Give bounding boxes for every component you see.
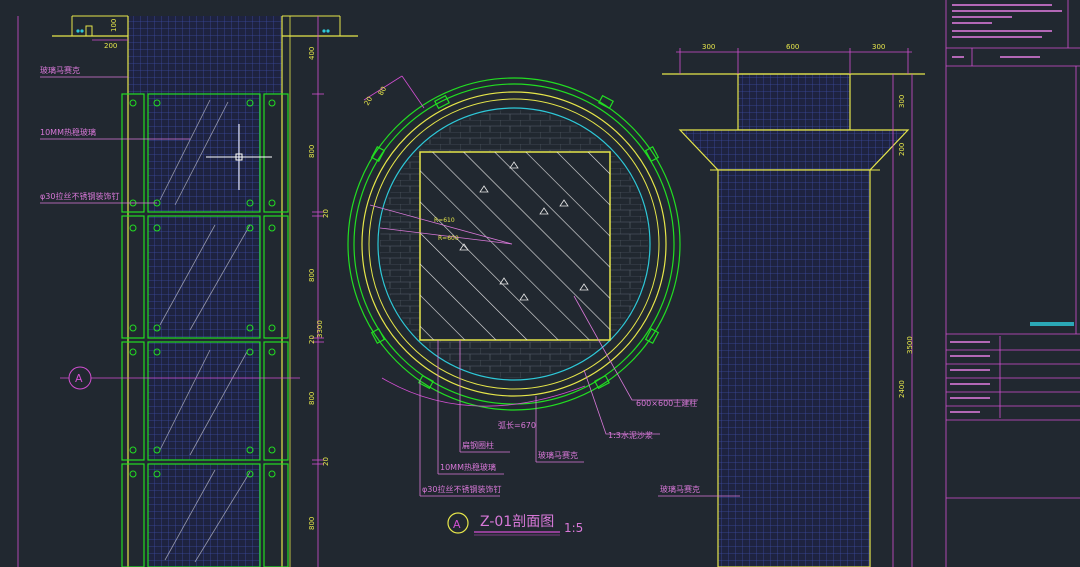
dim-arc-length: 弧长=670 (498, 420, 536, 430)
glass-panels (121, 93, 289, 567)
left-elevation: 400 800 20 800 20 3300 800 20 800 200 10… (17, 15, 358, 567)
title-marker-label: A (453, 518, 461, 531)
section-marker-label: A (75, 372, 83, 385)
label-nail-left: φ30拉丝不锈钢装饰钉 (40, 191, 119, 201)
dim-d4: 20 (308, 335, 316, 344)
dim-right-h3: 2400 (898, 380, 906, 398)
dim-d1: 800 (308, 145, 316, 158)
label-mortar: 1:3水泥沙浆 (608, 430, 653, 440)
label-mosaic-right: 玻璃马赛克 (660, 484, 700, 494)
label-glass-section: 10MM热稳玻璃 (440, 462, 496, 472)
label-glass-left: 10MM热稳玻璃 (40, 127, 96, 137)
dim-d5: 800 (308, 392, 316, 405)
dim-d7: 800 (308, 517, 316, 530)
label-steel-ring: 扁钢圈柱 (462, 440, 494, 450)
label-concrete-column: 600×600土建柱 (636, 398, 697, 408)
right-column-shaft (717, 169, 871, 567)
dim-radius-600: R=600 (438, 235, 459, 242)
label-nail-section: φ30拉丝不锈钢装饰钉 (422, 484, 501, 494)
dim-right-w1: 300 (702, 43, 715, 51)
dim-section-b: 80 (377, 85, 388, 97)
dim-total: 3300 (316, 320, 324, 338)
right-elevation: 300 600 300 300 200 3500 2400 玻璃马赛克 (658, 43, 925, 567)
dim-top-side: 400 (308, 47, 316, 60)
dim-right-w2: 600 (786, 43, 799, 51)
cad-drawing: 400 800 20 800 20 3300 800 20 800 200 10… (17, 0, 1080, 567)
dim-right-w3: 300 (872, 43, 885, 51)
section-title: Z-01剖面图 (480, 514, 554, 530)
dim-d2: 20 (322, 209, 330, 218)
title-block (945, 0, 1080, 567)
label-mosaic-section: 玻璃马赛克 (538, 450, 578, 460)
dim-section-a: 20 (363, 95, 374, 107)
section-scale: 1:5 (564, 521, 583, 535)
dim-top-width: 200 (104, 42, 117, 50)
dim-right-total: 3500 (906, 336, 914, 354)
dim-d6: 20 (322, 457, 330, 466)
title-block-notes (950, 4, 1074, 413)
left-column-top-cap (128, 16, 282, 94)
dim-right-h2: 200 (898, 143, 906, 156)
dim-right-h1: 300 (898, 95, 906, 108)
dim-d3: 800 (308, 269, 316, 282)
dim-top-height: 100 (110, 19, 118, 32)
label-mosaic-left: 玻璃马赛克 (40, 65, 80, 75)
column-section: R=610 R=600 20 80 弧长=670 600×600土建柱 1:3水… (347, 75, 698, 536)
dim-radius-610: R=610 (434, 217, 455, 224)
